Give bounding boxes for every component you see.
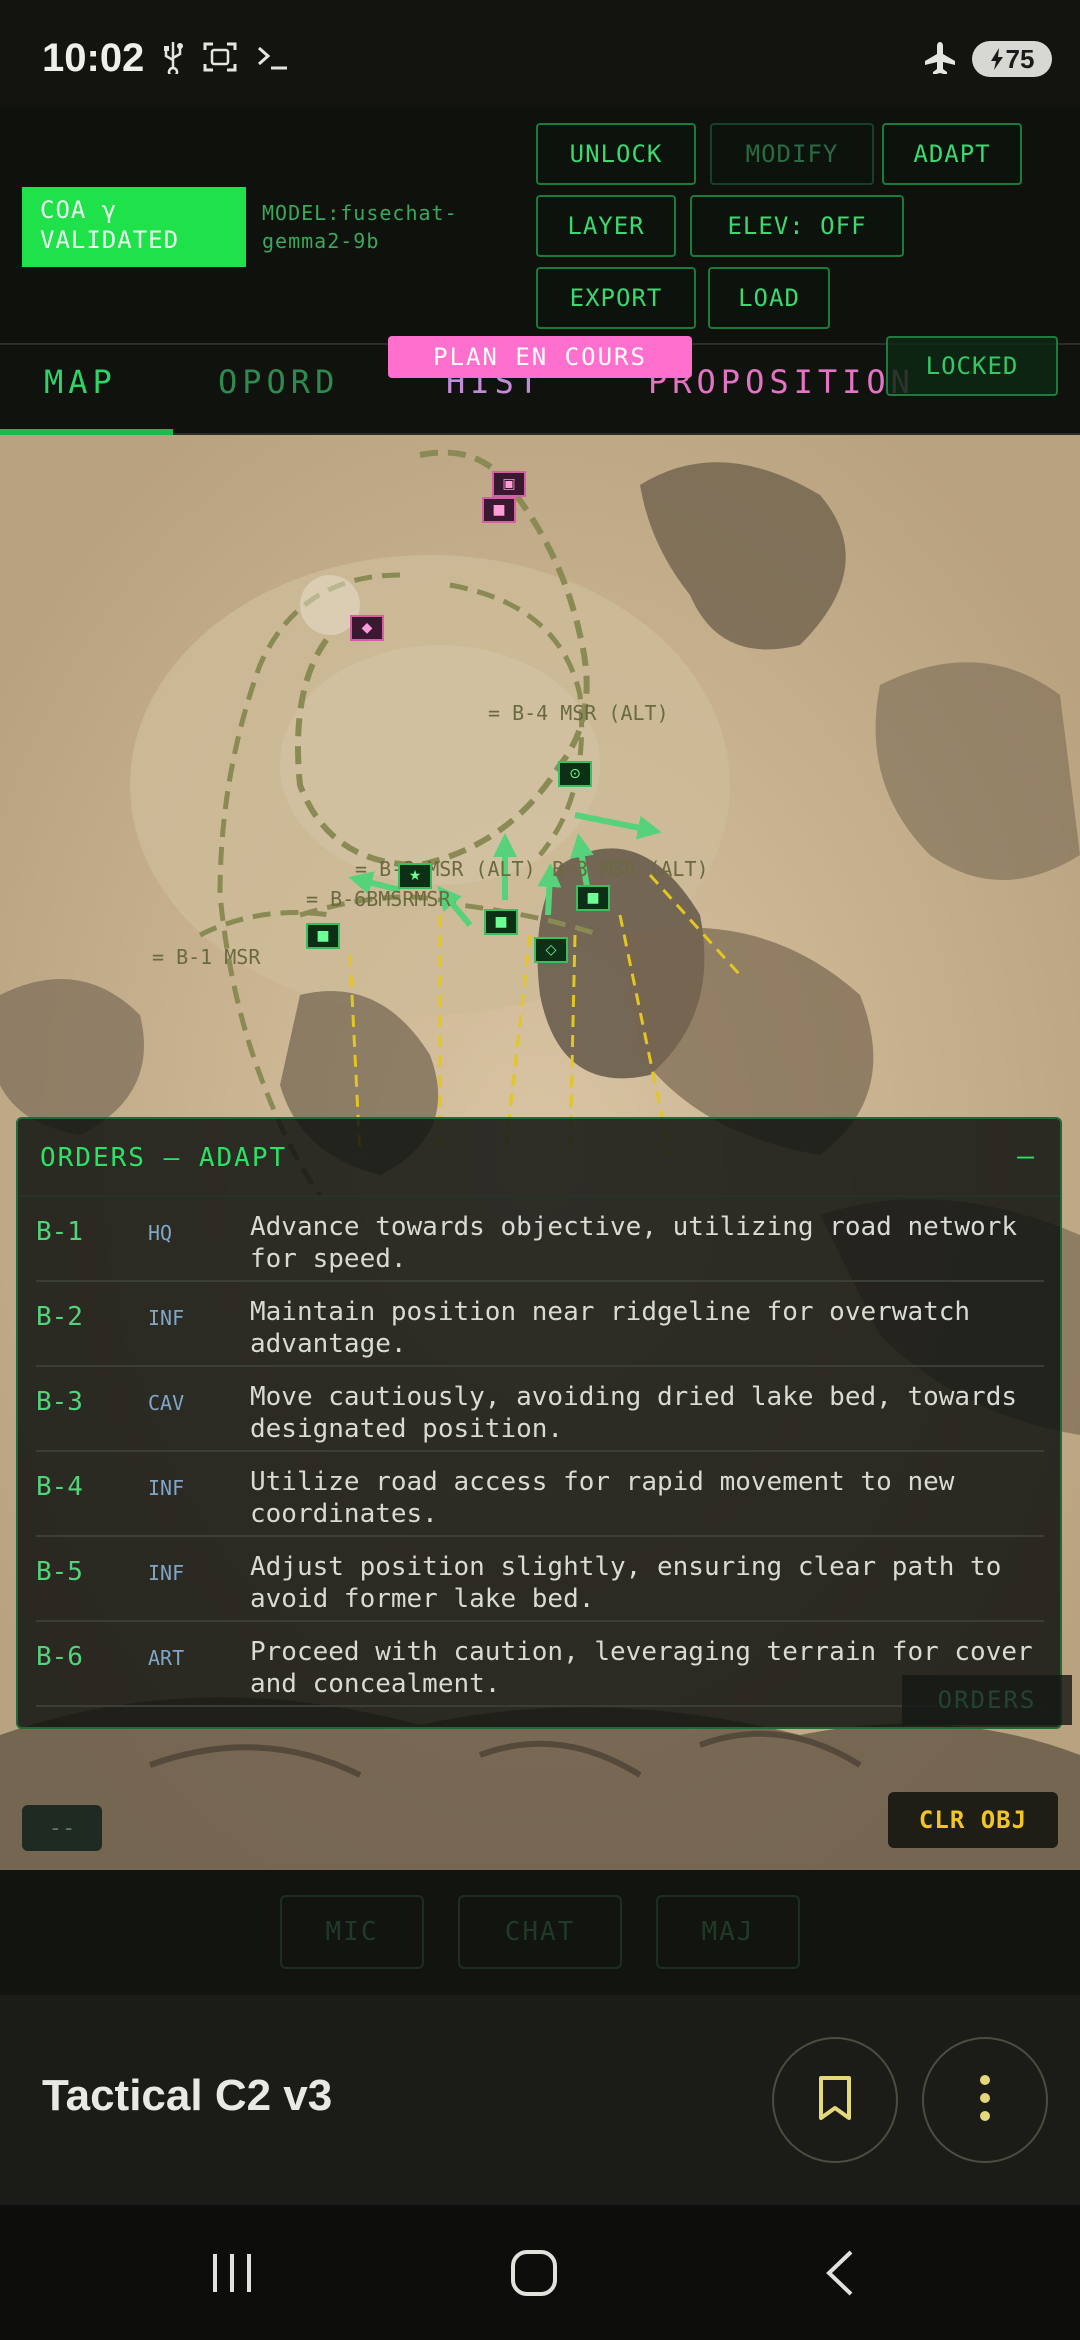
friendly-unit-icon: ■ — [316, 928, 330, 944]
enemy-unit-icon: ◆ — [361, 620, 373, 636]
order-unit-type: ART — [148, 1646, 185, 1670]
order-unit-id: B-2 — [36, 1302, 83, 1332]
status-bar: 10:02 75 — [0, 0, 1080, 105]
bookmark-icon — [815, 2074, 855, 2126]
mic-button[interactable]: MIC — [280, 1895, 424, 1969]
bookmark-button[interactable] — [772, 2037, 898, 2163]
unlock-button[interactable]: UNLOCK — [536, 123, 696, 185]
modify-button[interactable]: MODIFY — [710, 123, 874, 185]
friendly-unit-icon: ■ — [586, 890, 600, 906]
order-row[interactable]: B-5 INF Adjust position slightly, ensuri… — [36, 1537, 1044, 1622]
adapt-button[interactable]: ADAPT — [882, 123, 1022, 185]
order-row[interactable]: B-2 INF Maintain position near ridgeline… — [36, 1282, 1044, 1367]
enemy-unit-marker[interactable]: ◆ — [350, 615, 384, 641]
order-unit-type: HQ — [148, 1221, 173, 1245]
route-label-b3: B-3 MSR (ALT) — [552, 857, 709, 881]
coa-status-badge: COA γ VALIDATED — [22, 187, 246, 267]
home-icon — [509, 2248, 559, 2302]
hq-unit-icon: ★ — [408, 868, 422, 884]
header: COA γ VALIDATED MODEL:fusechat- gemma2-9… — [0, 105, 1080, 345]
route-label-b1: = B-1 MSR — [152, 945, 261, 969]
orders-panel-header: ORDERS — ADAPT — — [18, 1119, 1060, 1197]
order-text: Advance towards objective, utilizing roa… — [250, 1212, 1018, 1274]
battery-level: 75 — [1005, 43, 1035, 74]
enemy-unit-marker[interactable]: ■ — [482, 497, 516, 523]
back-button[interactable] — [800, 2245, 880, 2305]
order-row[interactable]: B-4 INF Utilize road access for rapid mo… — [36, 1452, 1044, 1537]
tab-map[interactable]: MAP — [44, 363, 117, 401]
load-button[interactable]: LOAD — [708, 267, 830, 329]
app-bar: Tactical C2 v3 — [0, 1995, 1080, 2205]
recents-icon — [207, 2250, 257, 2300]
battery-charging-icon: 75 — [972, 41, 1052, 77]
export-button[interactable]: EXPORT — [536, 267, 696, 329]
system-nav-bar — [0, 2205, 1080, 2340]
map-dash-button[interactable]: -- — [22, 1805, 102, 1851]
maj-button[interactable]: MAJ — [656, 1895, 800, 1969]
friendly-unit-icon: ◇ — [545, 942, 557, 958]
order-unit-type: INF — [148, 1561, 185, 1585]
home-button[interactable] — [494, 2245, 574, 2305]
coa-badge-line1: COA γ — [40, 196, 118, 224]
orders-title: ORDERS — ADAPT — [40, 1143, 288, 1173]
order-unit-id: B-3 — [36, 1387, 83, 1417]
chat-button[interactable]: CHAT — [458, 1895, 622, 1969]
screenshot-icon — [202, 40, 238, 78]
order-text: Maintain position near ridgeline for ove… — [250, 1297, 971, 1359]
order-row[interactable]: B-6 ART Proceed with caution, leveraging… — [36, 1622, 1044, 1707]
order-text: Utilize road access for rapid movement t… — [250, 1467, 955, 1529]
terminal-icon — [256, 42, 290, 76]
orders-toggle-tag[interactable]: ORDERS — [902, 1675, 1072, 1725]
order-unit-id: B-1 — [36, 1217, 83, 1247]
usb-icon — [162, 40, 184, 78]
layer-button[interactable]: LAYER — [536, 195, 676, 257]
order-unit-type: INF — [148, 1306, 185, 1330]
model-line2: gemma2-9b — [262, 229, 380, 253]
recents-button[interactable] — [192, 2245, 272, 2305]
order-row[interactable]: B-1 HQ Advance towards objective, utiliz… — [36, 1197, 1044, 1282]
app-title: Tactical C2 v3 — [42, 2071, 333, 2120]
enemy-unit-icon: ▣ — [502, 476, 516, 492]
more-options-button[interactable] — [922, 2037, 1048, 2163]
friendly-unit-marker[interactable]: ◇ — [534, 937, 568, 963]
status-time: 10:02 — [42, 36, 145, 80]
model-line1: MODEL:fusechat- — [262, 201, 458, 225]
plan-status-badge: PLAN EN COURS — [388, 336, 692, 378]
model-label: MODEL:fusechat- gemma2-9b — [262, 199, 532, 255]
order-unit-id: B-4 — [36, 1472, 83, 1502]
friendly-unit-marker[interactable]: ★ — [398, 863, 432, 889]
tab-opord[interactable]: OPORD — [218, 363, 339, 401]
order-unit-id: B-5 — [36, 1557, 83, 1587]
order-row[interactable]: B-3 CAV Move cautiously, avoiding dried … — [36, 1367, 1044, 1452]
route-label-b6: = B-6BMSRMSR — [306, 887, 451, 911]
route-label-b4: = B-4 MSR (ALT) — [488, 701, 669, 725]
order-text: Move cautiously, avoiding dried lake bed… — [250, 1382, 1018, 1444]
order-unit-id: B-6 — [36, 1642, 83, 1672]
enemy-unit-marker[interactable]: ▣ — [492, 471, 526, 497]
coa-badge-line2: VALIDATED — [40, 226, 180, 254]
lock-status-badge[interactable]: LOCKED — [886, 336, 1058, 396]
airplane-mode-icon — [922, 40, 958, 78]
friendly-unit-marker[interactable]: ⊙ — [558, 761, 592, 787]
order-unit-type: CAV — [148, 1391, 185, 1415]
more-vert-icon — [978, 2073, 992, 2127]
order-text: Adjust position slightly, ensuring clear… — [250, 1552, 1002, 1614]
clear-objective-button[interactable]: CLR OBJ — [888, 1792, 1058, 1848]
collapse-orders-button[interactable]: — — [1017, 1139, 1034, 1172]
orders-panel: ORDERS — ADAPT — B-1 HQ Advance towards … — [16, 1117, 1062, 1729]
friendly-unit-marker[interactable]: ■ — [576, 885, 610, 911]
friendly-unit-marker[interactable]: ■ — [306, 923, 340, 949]
friendly-unit-icon: ⊙ — [569, 766, 581, 782]
friendly-unit-marker[interactable]: ■ — [484, 909, 518, 935]
order-unit-type: INF — [148, 1476, 185, 1500]
enemy-unit-icon: ■ — [492, 502, 506, 518]
bottom-controls: MIC CHAT MAJ — [0, 1870, 1080, 1995]
friendly-unit-icon: ■ — [494, 914, 508, 930]
elevation-toggle-button[interactable]: ELEV: OFF — [690, 195, 904, 257]
back-icon — [823, 2248, 857, 2302]
route-label-b2: = B-2 MSR (ALT) — [355, 857, 536, 881]
